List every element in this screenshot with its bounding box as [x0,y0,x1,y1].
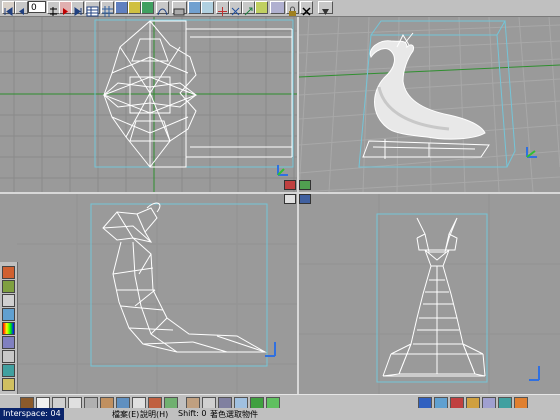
file-menu[interactable]: 檔案(E) [112,409,139,420]
rewind-icon[interactable] [2,1,15,16]
viewport-perspective[interactable] [299,17,560,192]
back-view-canvas [299,194,560,394]
viewport-back[interactable] [299,194,560,394]
snap-icon[interactable] [255,1,268,14]
left-palette [0,262,18,396]
help-menu[interactable]: 說明(H) [140,409,168,420]
scale-icon[interactable] [242,1,255,16]
light-bulb-icon[interactable] [2,378,15,391]
texture-icon[interactable] [2,280,15,293]
bend-icon[interactable] [2,294,15,307]
cone-icon[interactable] [2,364,15,377]
color-icon[interactable] [2,322,15,335]
viewport-side[interactable] [17,194,297,394]
spreadsheet-icon[interactable] [85,1,100,17]
viewport-divider-horizontal[interactable] [0,192,560,194]
top-toolbar: 0 [0,0,560,17]
side-view-canvas [17,194,297,394]
deform-icon[interactable] [2,308,15,321]
frame-input[interactable]: 0 [28,1,46,13]
down-arrow-icon[interactable] [318,1,333,15]
render-icon[interactable] [188,1,201,14]
prev-frame-icon[interactable] [15,1,28,15]
ik-icon[interactable] [270,1,285,14]
maximize-view-icon[interactable] [284,180,296,190]
plane-icon[interactable] [2,350,15,363]
close-icon[interactable] [300,1,313,16]
rotate-icon[interactable] [229,1,242,16]
scene-icon[interactable] [172,1,187,16]
sphere-icon[interactable] [2,266,15,279]
camera-icon[interactable] [115,1,128,14]
cube-icon[interactable] [2,336,15,349]
viewport-divider-vertical[interactable] [297,17,299,397]
status-bar: Interspace: 04 檔案(E) 說明(H) Shift: 0 著色選取… [0,408,560,420]
camera-view-icon[interactable] [299,180,311,190]
status-hint: 著色選取物件 [210,410,258,419]
layout-view-icon[interactable] [284,194,296,204]
light-icon[interactable] [128,1,141,14]
object-icon[interactable] [141,1,154,14]
link-icon[interactable] [201,1,214,14]
path-icon[interactable] [156,1,169,16]
shift-readout: Shift: 0 [178,409,207,418]
viewport-front[interactable] [0,17,297,192]
workspace-label[interactable]: Interspace: 04 [0,408,64,420]
lock-icon[interactable] [286,1,299,16]
move-icon[interactable] [216,1,229,16]
play-icon[interactable] [71,1,84,16]
front-view-canvas [0,17,297,192]
perspective-view-canvas [299,17,560,192]
swap-view-icon[interactable] [299,194,311,204]
grid-icon[interactable] [101,1,114,17]
